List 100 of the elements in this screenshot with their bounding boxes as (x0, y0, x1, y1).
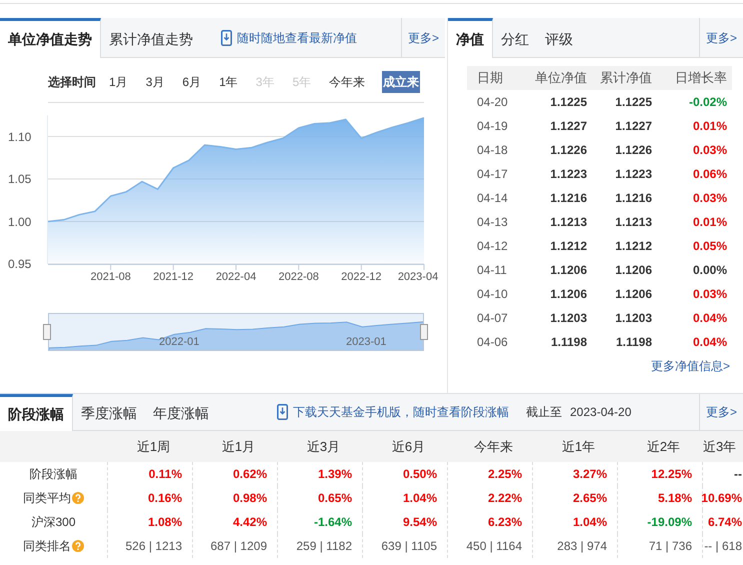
range-handle[interactable] (420, 324, 428, 340)
table-cell-text: 1.1206 (614, 262, 652, 279)
tab[interactable]: 年度涨幅 (145, 394, 217, 430)
table-cell: 0.98% (193, 486, 278, 510)
tab[interactable]: 单位净值走势 (0, 18, 101, 58)
table-cell-text: 1.1198 (550, 334, 587, 351)
column-header: 日增长率 (674, 69, 727, 88)
tab[interactable]: 季度涨幅 (73, 394, 145, 430)
more-link[interactable]: 更多> (698, 18, 743, 57)
y-axis-label: 0.95 (8, 258, 32, 270)
row-label: 阶段涨幅 (30, 466, 78, 483)
table-cell: 4.42% (193, 510, 278, 534)
more-link[interactable]: 更多> (698, 394, 743, 430)
tab[interactable]: 阶段涨幅 (0, 394, 73, 431)
table-cell-text: 1.1225 (614, 94, 652, 111)
table-cell-text: 04-17 (476, 166, 509, 183)
table-cell: 9.54% (363, 510, 448, 534)
tab[interactable]: 分红 (493, 18, 537, 57)
tab[interactable]: 累计净值走势 (101, 18, 201, 57)
table-cell: 6.23% (448, 510, 533, 534)
column-header: 近1年 (560, 438, 596, 456)
table-cell: 1.39% (278, 462, 363, 486)
y-axis-label: 1.10 (8, 130, 32, 142)
x-axis-label: 2021-12 (153, 272, 194, 283)
promo-link[interactable]: 下载天天基金手机版，随时查看阶段涨幅 (293, 403, 509, 421)
table-cell-text: 04-12 (476, 238, 509, 255)
table-cell-text: 0.04% (692, 310, 727, 327)
time-range-option[interactable]: 今年来 (328, 71, 366, 93)
column-header: 近3年 (703, 438, 738, 456)
more-link[interactable]: 更多> (400, 18, 445, 57)
time-range-option[interactable]: 1月 (108, 71, 129, 93)
table-cell-text: 1.1223 (549, 166, 587, 183)
table-cell: 71 | 736 (618, 534, 703, 558)
table-cell-text: 1.1206 (614, 286, 652, 303)
table-cell-text: -- | 618 (703, 538, 743, 555)
table-cell: 0.50% (363, 462, 448, 486)
time-range-label: 选择时间 (48, 74, 96, 91)
time-range-option[interactable]: 1年 (218, 71, 239, 93)
table-cell-text: 0.03% (692, 190, 727, 207)
table-cell-text: 1.1203 (549, 310, 587, 327)
table-cell-text: 0.06% (692, 166, 727, 183)
table-cell-text: 1.1213 (549, 214, 587, 231)
table-cell-text: 0.03% (692, 286, 727, 303)
table-cell: 450 | 1164 (448, 534, 533, 558)
table-cell-text: 04-19 (476, 118, 509, 135)
range-handle[interactable] (43, 324, 51, 340)
table-cell: 259 | 1182 (278, 534, 363, 558)
table-cell-text: 1.1226 (549, 142, 587, 159)
table-cell: 526 | 1213 (108, 534, 193, 558)
table-cell-text: 1.1203 (614, 310, 652, 327)
column-header: 近1月 (220, 438, 256, 456)
y-axis-label: 1.05 (8, 173, 32, 185)
row-label: 同类排名 (23, 538, 71, 555)
phone-icon (277, 404, 288, 420)
table-cell-text: 04-18 (476, 142, 509, 159)
table-cell-text: 1.1212 (614, 238, 652, 255)
tab[interactable]: 净值 (448, 18, 493, 58)
column-header: 单位净值 (534, 69, 587, 88)
table-cell-text: 0.05% (692, 238, 727, 255)
table-cell: 639 | 1105 (363, 534, 448, 558)
table-cell: 1.04% (533, 510, 618, 534)
x-axis-label: 2022-12 (341, 272, 382, 283)
table-cell: -19.09% (618, 510, 703, 534)
table-cell-text: 1.1216 (614, 190, 652, 207)
table-cell: 1.08% (108, 510, 193, 534)
column-header: 日期 (476, 69, 504, 88)
row-label: 同类平均 (23, 490, 71, 507)
table-cell-text: 04-14 (476, 190, 509, 207)
table-cell-text: 0.01% (692, 118, 727, 135)
table-cell-text: 04-10 (476, 286, 509, 303)
column-header: 近2年 (646, 438, 682, 456)
phone-icon (221, 30, 232, 46)
x-axis-label: 2021-08 (90, 272, 131, 283)
time-range-option[interactable]: 6月 (181, 71, 202, 93)
table-cell: 3.27% (533, 462, 618, 486)
table-cell-text: 04-20 (476, 94, 509, 111)
table-cell: 2.22% (448, 486, 533, 510)
table-cell-text: 6.74% (706, 514, 743, 531)
as-of-date: 2023-04-20 (570, 404, 632, 421)
table-cell: -1.64% (278, 510, 363, 534)
time-range-option[interactable]: 3月 (144, 71, 166, 93)
help-icon[interactable] (72, 540, 84, 552)
table-cell-text: 1.1216 (549, 190, 587, 207)
navigator-label: 2022-01 (159, 337, 200, 348)
column-header: 今年来 (473, 438, 514, 456)
x-axis-label: 2023-04 (398, 272, 438, 283)
help-icon[interactable] (72, 492, 84, 504)
navigator-label: 2023-01 (346, 337, 386, 348)
promo-link[interactable]: 随时随地查看最新净值 (237, 28, 357, 46)
table-cell-text: 1.1227 (549, 118, 587, 135)
table-cell-text: 04-06 (476, 334, 509, 351)
table-cell-text: -- (733, 466, 743, 483)
table-cell-text: 04-07 (476, 310, 509, 327)
table-cell-text: 10.69% (703, 490, 743, 507)
tab[interactable]: 评级 (537, 18, 581, 57)
more-nav-link[interactable]: 更多净值信息> (650, 357, 730, 375)
table-cell-text: 1.1206 (549, 262, 587, 279)
table-cell-text: 1.1225 (549, 94, 587, 111)
column-header: 近6月 (390, 438, 426, 456)
time-range-option[interactable]: 成立来 (382, 71, 420, 93)
